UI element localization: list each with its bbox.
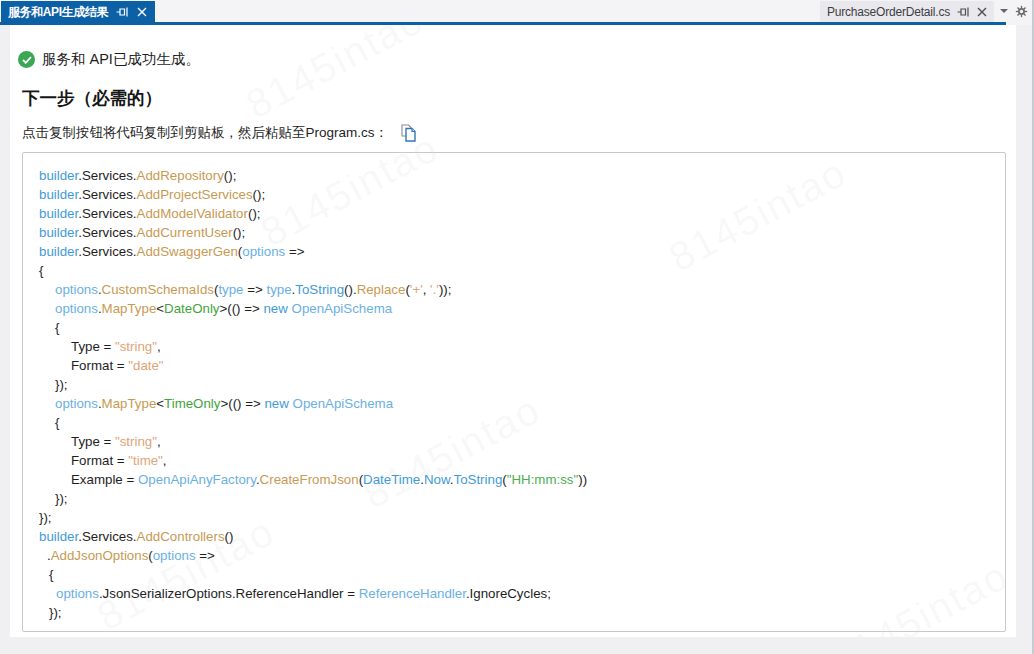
code-line: });	[23, 508, 1005, 527]
code-line: {	[23, 413, 1005, 432]
code-line: builder.Services.AddCurrentUser();	[23, 223, 1005, 242]
tab-generation-result[interactable]: 服务和API生成结果	[1, 1, 155, 25]
pin-icon[interactable]	[116, 6, 129, 18]
success-message: 服务和 API已成功生成。	[42, 50, 200, 69]
code-block: builder.Services.AddRepository();builder…	[22, 152, 1006, 632]
code-line: options.MapType<DateOnly>(() => new Open…	[23, 299, 1005, 318]
code-line: builder.Services.AddRepository();	[23, 166, 1005, 185]
code-line: options.MapType<TimeOnly>(() => new Open…	[23, 394, 1005, 413]
watermark-text: 8145intao	[239, 25, 431, 127]
tab-generation-result-label: 服务和API生成结果	[8, 4, 108, 21]
code-line: options.JsonSerializerOptions.ReferenceH…	[23, 584, 1005, 603]
code-line: builder.Services.AddProjectServices();	[23, 185, 1005, 204]
code-line: {	[23, 565, 1005, 584]
code-line: Format = "time",	[23, 451, 1005, 470]
code-line: builder.Services.AddControllers()	[23, 527, 1005, 546]
close-icon[interactable]	[977, 7, 987, 17]
code-line: Type = "string",	[23, 432, 1005, 451]
code-line: Type = "string",	[23, 337, 1005, 356]
copy-button[interactable]	[399, 123, 419, 143]
chevron-down-icon[interactable]	[1000, 9, 1008, 13]
code-line: });	[23, 375, 1005, 394]
code-line: {	[23, 318, 1005, 337]
tab-purchase-order-detail-label: PurchaseOrderDetail.cs	[827, 5, 950, 19]
code-line: .AddJsonOptions(options =>	[23, 546, 1005, 565]
next-step-heading: 下一步（必需的）	[22, 86, 162, 110]
code-line: options.CustomSchemaIds(type => type.ToS…	[23, 280, 1005, 299]
gear-icon[interactable]	[1015, 5, 1028, 18]
tab-purchase-order-detail[interactable]: PurchaseOrderDetail.cs	[820, 1, 994, 22]
code-line: Example = OpenApiAnyFactory.CreateFromJs…	[23, 470, 1005, 489]
code-line: builder.Services.AddModelValidator();	[23, 204, 1005, 223]
document-tab-bar: 服务和API生成结果 PurchaseOrderDetail.cs	[0, 0, 1034, 25]
close-icon[interactable]	[137, 7, 147, 17]
result-page: 8145intao8145intao8145intao8145intao8145…	[10, 25, 1016, 637]
code-line: Format = "date"	[23, 356, 1005, 375]
code-line: builder.Services.AddSwaggerGen(options =…	[23, 242, 1005, 261]
pin-icon[interactable]	[957, 6, 970, 18]
success-status: 服务和 API已成功生成。	[18, 50, 200, 69]
code-line: {	[23, 261, 1005, 280]
success-check-icon	[18, 51, 35, 68]
instruction-text: 点击复制按钮将代码复制到剪贴板，然后粘贴至Program.cs：	[22, 124, 388, 142]
code-line: });	[23, 603, 1005, 622]
code-line: });	[23, 489, 1005, 508]
